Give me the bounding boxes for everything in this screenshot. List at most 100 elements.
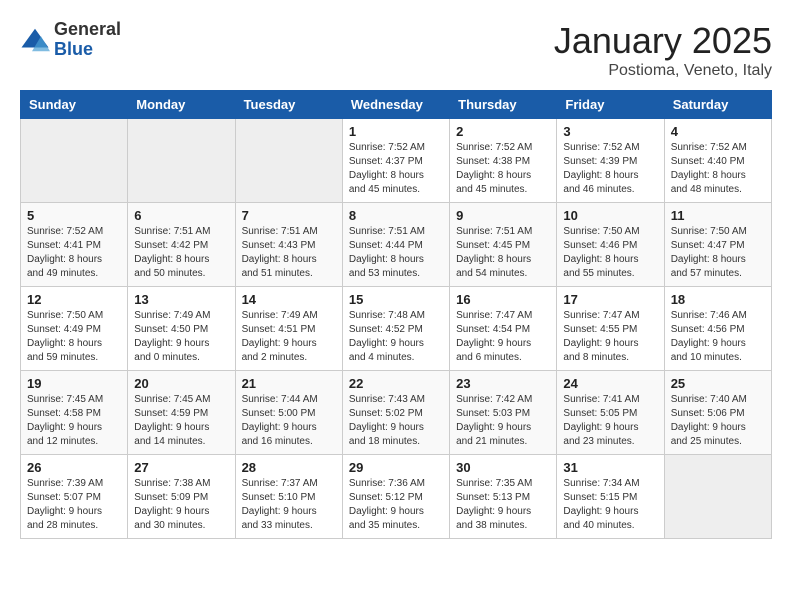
week-row-3: 12 Sunrise: 7:50 AM Sunset: 4:49 PM Dayli… [21, 287, 772, 371]
day-number: 26 [27, 460, 121, 475]
calendar-cell: 9 Sunrise: 7:51 AM Sunset: 4:45 PM Daylig… [450, 203, 557, 287]
weekday-header-sunday: Sunday [21, 91, 128, 119]
day-info: Sunrise: 7:52 AM Sunset: 4:39 PM Dayligh… [563, 141, 657, 197]
day-info: Sunrise: 7:37 AM Sunset: 5:10 PM Dayligh… [242, 477, 336, 533]
day-info: Sunrise: 7:44 AM Sunset: 5:00 PM Dayligh… [242, 393, 336, 449]
calendar-cell: 17 Sunrise: 7:47 AM Sunset: 4:55 PM Dayli… [557, 287, 664, 371]
day-number: 21 [242, 376, 336, 391]
day-number: 24 [563, 376, 657, 391]
day-info: Sunrise: 7:47 AM Sunset: 4:55 PM Dayligh… [563, 309, 657, 365]
calendar-cell: 15Sunrise: 7:48 AM Sunset: 4:52 PM Dayli… [342, 287, 449, 371]
weekday-header-row: SundayMondayTuesdayWednesdayThursdayFrid… [21, 91, 772, 119]
day-number: 27 [134, 460, 228, 475]
logo-text: General Blue [54, 20, 121, 60]
day-number: 1 [349, 124, 443, 139]
day-number: 30 [456, 460, 550, 475]
day-number: 19 [27, 376, 121, 391]
calendar-cell: 20 Sunrise: 7:45 AM Sunset: 4:59 PM Dayli… [128, 371, 235, 455]
logo-icon [20, 25, 50, 55]
logo-general: General [54, 20, 121, 40]
calendar-cell: 21 Sunrise: 7:44 AM Sunset: 5:00 PM Dayli… [235, 371, 342, 455]
calendar-cell: 6 Sunrise: 7:51 AM Sunset: 4:42 PM Daylig… [128, 203, 235, 287]
day-info: Sunrise: 7:50 AM Sunset: 4:47 PM Dayligh… [671, 225, 765, 281]
day-info: Sunrise: 7:47 AM Sunset: 4:54 PM Dayligh… [456, 309, 550, 365]
day-number: 4 [671, 124, 765, 139]
calendar-cell: 11Sunrise: 7:50 AM Sunset: 4:47 PM Dayli… [664, 203, 771, 287]
day-number: 20 [134, 376, 228, 391]
calendar-cell: 4 Sunrise: 7:52 AM Sunset: 4:40 PM Daylig… [664, 119, 771, 203]
day-number: 13 [134, 292, 228, 307]
weekday-header-thursday: Thursday [450, 91, 557, 119]
day-number: 29 [349, 460, 443, 475]
header-area: General Blue January 2025 Postioma, Vene… [20, 20, 772, 80]
calendar-cell: 7 Sunrise: 7:51 AM Sunset: 4:43 PM Daylig… [235, 203, 342, 287]
day-number: 17 [563, 292, 657, 307]
day-info: Sunrise: 7:51 AM Sunset: 4:42 PM Dayligh… [134, 225, 228, 281]
day-number: 25 [671, 376, 765, 391]
day-info: Sunrise: 7:51 AM Sunset: 4:43 PM Dayligh… [242, 225, 336, 281]
calendar-cell: 29 Sunrise: 7:36 AM Sunset: 5:12 PM Dayli… [342, 455, 449, 539]
day-info: Sunrise: 7:42 AM Sunset: 5:03 PM Dayligh… [456, 393, 550, 449]
day-number: 7 [242, 208, 336, 223]
weekday-header-saturday: Saturday [664, 91, 771, 119]
calendar-cell: 16Sunrise: 7:47 AM Sunset: 4:54 PM Dayli… [450, 287, 557, 371]
calendar-cell: 8Sunrise: 7:51 AM Sunset: 4:44 PM Daylig… [342, 203, 449, 287]
day-number: 31 [563, 460, 657, 475]
day-info: Sunrise: 7:49 AM Sunset: 4:51 PM Dayligh… [242, 309, 336, 365]
day-info: Sunrise: 7:35 AM Sunset: 5:13 PM Dayligh… [456, 477, 550, 533]
week-row-5: 26 Sunrise: 7:39 AM Sunset: 5:07 PM Dayli… [21, 455, 772, 539]
calendar-cell: 12 Sunrise: 7:50 AM Sunset: 4:49 PM Dayli… [21, 287, 128, 371]
day-info: Sunrise: 7:39 AM Sunset: 5:07 PM Dayligh… [27, 477, 121, 533]
day-info: Sunrise: 7:46 AM Sunset: 4:56 PM Dayligh… [671, 309, 765, 365]
day-info: Sunrise: 7:43 AM Sunset: 5:02 PM Dayligh… [349, 393, 443, 449]
day-info: Sunrise: 7:36 AM Sunset: 5:12 PM Dayligh… [349, 477, 443, 533]
weekday-header-monday: Monday [128, 91, 235, 119]
calendar-cell: 19 Sunrise: 7:45 AM Sunset: 4:58 PM Dayli… [21, 371, 128, 455]
weekday-header-friday: Friday [557, 91, 664, 119]
calendar-cell: 27 Sunrise: 7:38 AM Sunset: 5:09 PM Dayli… [128, 455, 235, 539]
day-info: Sunrise: 7:45 AM Sunset: 4:58 PM Dayligh… [27, 393, 121, 449]
logo: General Blue [20, 20, 121, 60]
day-number: 10 [563, 208, 657, 223]
logo-blue: Blue [54, 40, 121, 60]
calendar-cell [664, 455, 771, 539]
calendar-cell: 24Sunrise: 7:41 AM Sunset: 5:05 PM Dayli… [557, 371, 664, 455]
day-number: 5 [27, 208, 121, 223]
calendar-cell: 23 Sunrise: 7:42 AM Sunset: 5:03 PM Dayli… [450, 371, 557, 455]
calendar-cell [128, 119, 235, 203]
day-number: 6 [134, 208, 228, 223]
day-info: Sunrise: 7:52 AM Sunset: 4:38 PM Dayligh… [456, 141, 550, 197]
calendar-cell: 26 Sunrise: 7:39 AM Sunset: 5:07 PM Dayli… [21, 455, 128, 539]
calendar-cell: 14 Sunrise: 7:49 AM Sunset: 4:51 PM Dayli… [235, 287, 342, 371]
calendar-cell: 18 Sunrise: 7:46 AM Sunset: 4:56 PM Dayli… [664, 287, 771, 371]
weekday-header-wednesday: Wednesday [342, 91, 449, 119]
calendar-cell: 13Sunrise: 7:49 AM Sunset: 4:50 PM Dayli… [128, 287, 235, 371]
day-info: Sunrise: 7:45 AM Sunset: 4:59 PM Dayligh… [134, 393, 228, 449]
day-number: 18 [671, 292, 765, 307]
calendar-cell: 1 Sunrise: 7:52 AM Sunset: 4:37 PM Daylig… [342, 119, 449, 203]
day-info: Sunrise: 7:50 AM Sunset: 4:49 PM Dayligh… [27, 309, 121, 365]
weekday-header-tuesday: Tuesday [235, 91, 342, 119]
day-number: 9 [456, 208, 550, 223]
day-number: 2 [456, 124, 550, 139]
day-number: 12 [27, 292, 121, 307]
day-info: Sunrise: 7:38 AM Sunset: 5:09 PM Dayligh… [134, 477, 228, 533]
day-info: Sunrise: 7:52 AM Sunset: 4:41 PM Dayligh… [27, 225, 121, 281]
day-info: Sunrise: 7:51 AM Sunset: 4:44 PM Dayligh… [349, 225, 443, 281]
day-info: Sunrise: 7:50 AM Sunset: 4:46 PM Dayligh… [563, 225, 657, 281]
calendar-cell: 31 Sunrise: 7:34 AM Sunset: 5:15 PM Dayli… [557, 455, 664, 539]
day-info: Sunrise: 7:48 AM Sunset: 4:52 PM Dayligh… [349, 309, 443, 365]
calendar-cell: 28Sunrise: 7:37 AM Sunset: 5:10 PM Dayli… [235, 455, 342, 539]
calendar-cell: 5 Sunrise: 7:52 AM Sunset: 4:41 PM Daylig… [21, 203, 128, 287]
day-info: Sunrise: 7:40 AM Sunset: 5:06 PM Dayligh… [671, 393, 765, 449]
calendar-cell: 10 Sunrise: 7:50 AM Sunset: 4:46 PM Dayli… [557, 203, 664, 287]
calendar-cell: 22Sunrise: 7:43 AM Sunset: 5:02 PM Dayli… [342, 371, 449, 455]
title-area: January 2025 Postioma, Veneto, Italy [554, 20, 772, 80]
day-info: Sunrise: 7:34 AM Sunset: 5:15 PM Dayligh… [563, 477, 657, 533]
day-number: 23 [456, 376, 550, 391]
day-info: Sunrise: 7:52 AM Sunset: 4:37 PM Dayligh… [349, 141, 443, 197]
day-info: Sunrise: 7:51 AM Sunset: 4:45 PM Dayligh… [456, 225, 550, 281]
day-info: Sunrise: 7:52 AM Sunset: 4:40 PM Dayligh… [671, 141, 765, 197]
day-number: 14 [242, 292, 336, 307]
calendar-subtitle: Postioma, Veneto, Italy [554, 62, 772, 80]
